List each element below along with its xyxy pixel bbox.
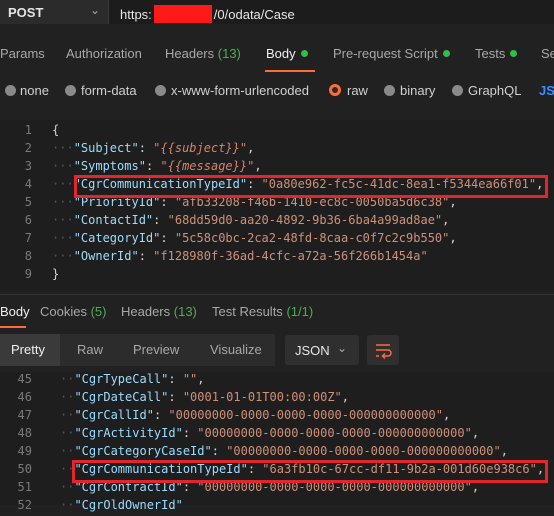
format-label: JSON	[295, 343, 330, 358]
status-dot-icon	[510, 50, 518, 58]
radio-label-form-data: form-data	[81, 83, 137, 98]
tab-headers[interactable]: Headers (13)	[165, 46, 241, 61]
view-pretty[interactable]: Pretty	[0, 334, 60, 366]
radio-graphql[interactable]	[452, 85, 463, 96]
tab-authorization[interactable]: Authorization	[66, 46, 142, 61]
code-line: 6 ···"ContactId": "68dd59d0-aa20-4892-9b3…	[24, 213, 450, 227]
code-line: 48 ··"CgrActivityId": "00000000-0000-0000…	[17, 426, 480, 440]
language-select[interactable]: JSO	[539, 83, 554, 98]
wrap-lines-button[interactable]	[367, 335, 399, 365]
view-visualize[interactable]: Visualize	[199, 334, 273, 366]
request-body-editor[interactable]: 1{ 2 ···"Subject": "{{subject}}", 3 ···"Sy…	[0, 120, 554, 290]
response-tabs: Body Cookies (5) Headers (13) Test Resul…	[0, 294, 554, 329]
url-input[interactable]: https: /0/odata/Case	[120, 5, 295, 23]
active-tab-underline	[0, 326, 26, 328]
radio-label-binary: binary	[400, 83, 436, 98]
active-tab-underline	[265, 70, 315, 72]
radio-label-none: none	[20, 83, 49, 98]
code-line: 52 ··"CgrOldOwnerId"	[17, 498, 183, 512]
radio-form-data[interactable]	[65, 85, 76, 96]
code-line: 1{	[24, 123, 60, 137]
radio-label-raw: raw	[347, 83, 368, 98]
code-line: 8 ···"OwnerId": "f128980f-36ad-4cfc-a72a-…	[24, 249, 428, 263]
tab-response-headers[interactable]: Headers (13)	[121, 304, 197, 319]
format-select[interactable]: JSON ⌄	[285, 335, 359, 365]
view-preview[interactable]: Preview	[122, 334, 190, 366]
status-dot-icon	[300, 50, 308, 58]
code-line: 9}	[24, 267, 60, 281]
radio-label-urlencoded: x-www-form-urlencoded	[171, 83, 309, 98]
body-type-selector: none form-data x-www-form-urlencoded raw…	[0, 78, 554, 104]
radio-raw[interactable]	[329, 84, 341, 96]
url-prefix: https:	[120, 6, 152, 22]
method-select[interactable]: POST ⌄	[0, 0, 109, 24]
tab-test-results[interactable]: Test Results (1/1)	[212, 304, 313, 319]
request-tabs: Params Authorization Headers (13) Body P…	[0, 38, 554, 72]
tab-settings[interactable]: Se	[541, 46, 554, 61]
radio-label-graphql: GraphQL	[468, 83, 522, 98]
radio-urlencoded[interactable]	[155, 85, 166, 96]
redaction-box	[153, 5, 212, 23]
tab-tests[interactable]: Tests	[475, 46, 518, 61]
chevron-down-icon: ⌄	[337, 341, 348, 355]
radio-none[interactable]	[5, 85, 16, 96]
response-body-viewer[interactable]: 45 ··"CgrTypeCall": "", 46 ··"CgrDateCall"…	[0, 372, 554, 512]
response-toolbar: Pretty Raw Preview Visualize JSON ⌄	[0, 332, 554, 370]
url-bar: POST ⌄ https: /0/odata/Case	[0, 0, 554, 24]
highlight-box	[72, 460, 548, 483]
code-line: 45 ··"CgrTypeCall": "",	[17, 372, 205, 386]
wrap-lines-icon	[376, 344, 392, 360]
code-line: 46 ··"CgrDateCall": "0001-01-01T00:00:00Z…	[17, 390, 350, 404]
tab-pre-request-script[interactable]: Pre-request Script	[333, 46, 450, 61]
tab-cookies[interactable]: Cookies (5)	[40, 304, 106, 319]
view-raw[interactable]: Raw	[66, 334, 114, 366]
chevron-down-icon: ⌄	[90, 3, 101, 17]
tab-params[interactable]: Params	[0, 46, 45, 61]
code-line: 2 ···"Subject": "{{subject}}",	[24, 141, 255, 155]
status-dot-icon	[442, 50, 450, 58]
radio-binary[interactable]	[384, 85, 395, 96]
method-label: POST	[8, 5, 44, 20]
headers-count: (13)	[217, 46, 241, 61]
code-line: 47 ··"CgrCallId": "00000000-0000-0000-000…	[17, 408, 451, 422]
tab-response-body[interactable]: Body	[0, 304, 30, 319]
highlight-box	[74, 175, 548, 198]
tab-body[interactable]: Body	[266, 46, 308, 61]
code-line: 7 ···"CategoryId": "5c58c0bc-2ca2-48fd-8c…	[24, 231, 457, 245]
url-suffix: /0/odata/Case	[213, 6, 295, 22]
